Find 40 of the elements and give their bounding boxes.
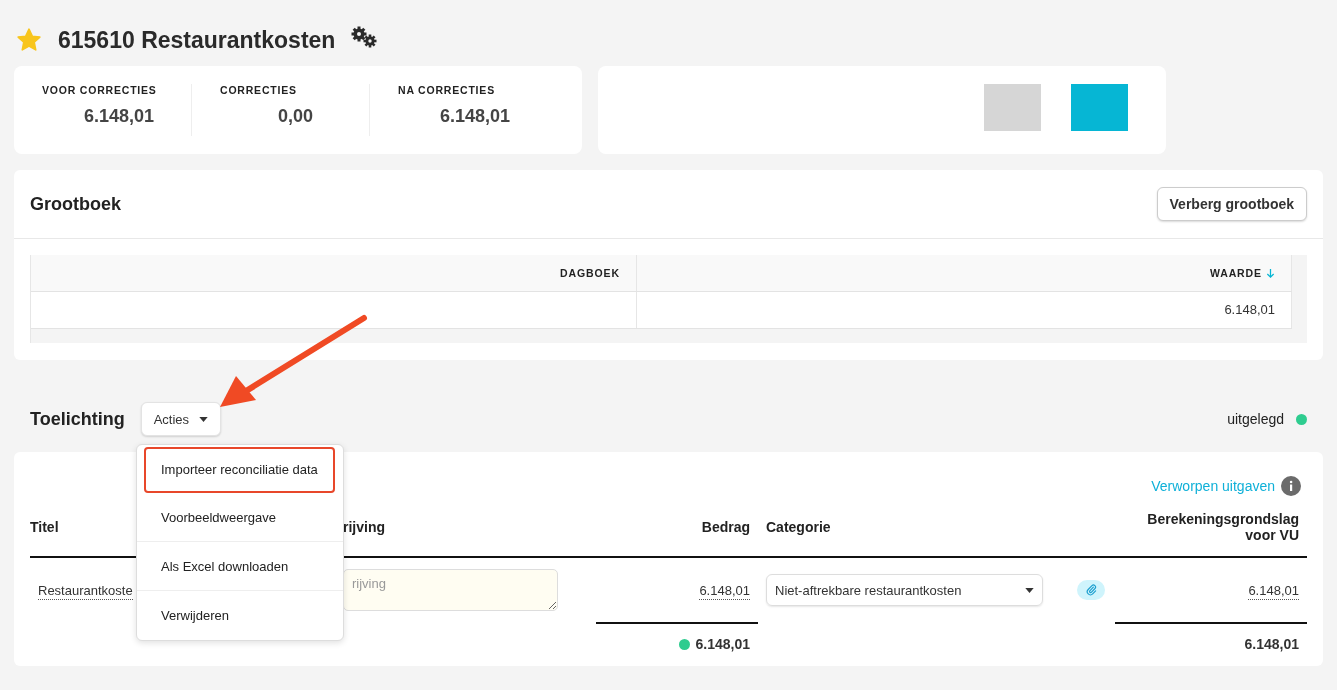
column-header[interactable]: DAGBOEK: [31, 255, 637, 291]
status-label: uitgelegd: [1227, 411, 1284, 427]
stat-label: VOOR CORRECTIES: [42, 84, 158, 96]
attachment-button[interactable]: [1077, 579, 1105, 600]
category-select[interactable]: Niet-aftrekbare restaurantkosten: [766, 574, 1043, 606]
stat-label: CORRECTIES: [220, 84, 298, 96]
caret-icon: [1025, 587, 1034, 593]
column-header: Categorie: [765, 519, 832, 535]
table-cell: 6.148,01: [637, 292, 1292, 328]
stat-label: NA CORRECTIES: [398, 84, 496, 96]
description-field[interactable]: rijving: [343, 569, 558, 611]
menu-item[interactable]: Voorbeeldweergave: [137, 493, 343, 542]
star-icon[interactable]: [16, 27, 42, 53]
menu-item[interactable]: Als Excel downloaden: [137, 542, 343, 591]
stat-value: 6.148,01: [83, 106, 156, 127]
stat-value: 0,00: [277, 106, 315, 127]
column-header[interactable]: WAARDE: [637, 255, 1292, 291]
actions-button[interactable]: Acties: [140, 402, 222, 436]
column-header: rijving: [343, 519, 386, 535]
status-dot: [678, 638, 690, 650]
base-cell[interactable]: 6.148,01: [1248, 583, 1299, 600]
page-title: 615610 Restaurantkosten: [58, 26, 336, 54]
menu-item[interactable]: Verwijderen: [137, 591, 343, 640]
title-cell[interactable]: Restaurantkoste: [38, 583, 133, 600]
info-icon[interactable]: [1281, 476, 1301, 496]
section-title: Grootboek: [30, 193, 121, 215]
base-total: 6.148,01: [1244, 636, 1299, 652]
amount-cell[interactable]: 6.148,01: [699, 583, 750, 600]
column-header: Bedrag: [700, 519, 751, 535]
stat-value: 6.148,01: [439, 106, 512, 127]
status-dot: [1296, 413, 1307, 425]
section-title: Toelichting: [30, 408, 125, 430]
menu-item[interactable]: Importeer reconciliatie data: [144, 447, 335, 493]
amount-total: 6.148,01: [695, 636, 750, 652]
column-header: Berekeningsgrondslag voor VU: [1146, 511, 1300, 543]
settings-icon[interactable]: [349, 25, 380, 49]
paperclip-icon: [1085, 583, 1097, 597]
sort-arrow-icon: [1266, 267, 1275, 279]
hide-ledger-button[interactable]: Verberg grootboek: [1156, 187, 1307, 221]
caret-icon: [199, 416, 209, 422]
